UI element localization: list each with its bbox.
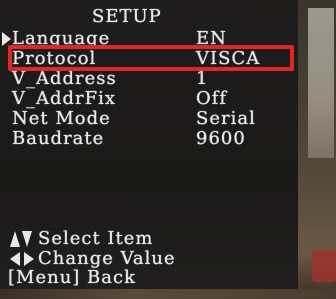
menu-title: SETUP <box>92 6 162 27</box>
menu-item-v-address[interactable]: V_Address 1 <box>0 69 298 89</box>
menu-item-baudrate[interactable]: Baudrate 9600 <box>0 129 298 149</box>
menu-item-label: V_Address <box>12 68 117 89</box>
menu-item-label: Net Mode <box>12 108 111 129</box>
selection-highlight <box>8 45 294 71</box>
menu-item-value: Off <box>196 88 228 109</box>
help-select-text: Select Item <box>38 228 154 249</box>
help-select: Select Item <box>0 229 298 249</box>
up-down-arrows-icon <box>10 231 32 247</box>
help-change-text: Change Value <box>38 248 176 269</box>
menu-item-net-mode[interactable]: Net Mode Serial <box>0 109 298 129</box>
menu-item-label: Baudrate <box>12 128 105 149</box>
left-right-arrows-icon <box>10 252 34 266</box>
menu-item-value: Serial <box>196 108 256 129</box>
background-object <box>312 250 336 282</box>
help-back: [Menu] Back <box>0 269 298 289</box>
help-change: Change Value <box>0 249 298 269</box>
help-back-text: [Menu] Back <box>8 267 136 288</box>
menu-item-label: V_AddrFix <box>12 88 117 109</box>
menu-item-value: 9600 <box>196 128 246 149</box>
background-floor <box>0 289 336 299</box>
osd-screen: SETUP Language EN Protocol VISCA V_Addre… <box>0 0 336 299</box>
menu-item-v-addrfix[interactable]: V_AddrFix Off <box>0 89 298 109</box>
right-triangle-cursor-icon <box>2 32 11 46</box>
menu-item-value: 1 <box>196 68 209 89</box>
background-window <box>308 8 334 158</box>
background-photo <box>298 0 336 299</box>
